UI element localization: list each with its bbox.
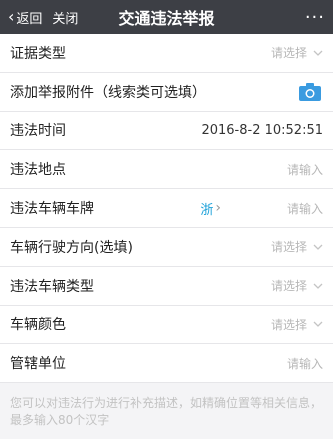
plate-number-input[interactable]: 请输入	[287, 200, 323, 217]
chevron-down-icon	[313, 283, 323, 289]
add-attachment-label: 添加举报附件（线索类可选填）	[10, 84, 206, 101]
chevron-down-icon	[313, 244, 323, 250]
jurisdiction-placeholder: 请输入	[286, 356, 323, 371]
chevron-left-icon: ‹	[8, 6, 15, 26]
vehicle-type-placeholder: 请选择	[270, 279, 307, 294]
driving-direction-placeholder: 请选择	[270, 240, 307, 255]
description-placeholder: 您可以对违法行为进行补充描述，如精确位置等相关信息，最多输入80个汉字	[10, 396, 323, 428]
description-textarea[interactable]: 您可以对违法行为进行补充描述，如精确位置等相关信息，最多输入80个汉字	[0, 383, 333, 430]
violation-location-placeholder: 请输入	[286, 162, 323, 177]
violation-time-label: 违法时间	[10, 123, 66, 140]
more-menu-button[interactable]: ···	[305, 7, 325, 28]
evidence-type-select[interactable]: 证据类型 请选择	[0, 34, 333, 73]
vehicle-type-select[interactable]: 违法车辆类型 请选择	[0, 267, 333, 306]
vehicle-type-label: 违法车辆类型	[10, 278, 94, 295]
evidence-type-label: 证据类型	[10, 45, 66, 62]
vehicle-color-placeholder: 请选择	[270, 317, 307, 332]
chevron-down-icon	[313, 322, 323, 328]
plate-number-label: 违法车辆车牌	[10, 201, 94, 218]
jurisdiction-input[interactable]: 管辖单位 请输入	[0, 344, 333, 384]
violation-location-label: 违法地点	[10, 162, 66, 179]
violation-time-row[interactable]: 违法时间 2016-8-2 10:52:51	[0, 112, 333, 151]
back-label: 返回	[16, 11, 43, 27]
driving-direction-select[interactable]: 车辆行驶方向(选填) 请选择	[0, 228, 333, 267]
report-form: 证据类型 请选择 添加举报附件（线索类可选填） 违法时间 2016-8-2 10…	[0, 34, 333, 384]
back-button[interactable]: ‹ 返回	[0, 0, 42, 34]
add-attachment-row[interactable]: 添加举报附件（线索类可选填）	[0, 73, 333, 112]
page-title: 交通违法举报	[118, 9, 215, 28]
driving-direction-label: 车辆行驶方向(选填)	[10, 239, 133, 256]
jurisdiction-label: 管辖单位	[10, 356, 66, 373]
plate-number-row: 违法车辆车牌 浙 › 请输入	[0, 189, 333, 228]
province-value: 浙	[200, 202, 214, 218]
chevron-down-icon	[313, 50, 323, 56]
evidence-type-placeholder: 请选择	[270, 46, 307, 61]
camera-icon[interactable]	[299, 82, 321, 101]
province-select[interactable]: 浙 ›	[200, 199, 221, 218]
chevron-right-icon: ›	[215, 200, 221, 217]
vehicle-color-select[interactable]: 车辆颜色 请选择	[0, 306, 333, 345]
violation-time-value: 2016-8-2 10:52:51	[201, 122, 323, 138]
top-bar: ‹ 返回 关闭 交通违法举报 ···	[0, 0, 333, 34]
more-icon: ···	[304, 7, 325, 28]
close-button[interactable]: 关闭	[52, 8, 78, 27]
vehicle-color-label: 车辆颜色	[10, 317, 66, 334]
violation-location-input[interactable]: 违法地点 请输入	[0, 150, 333, 190]
